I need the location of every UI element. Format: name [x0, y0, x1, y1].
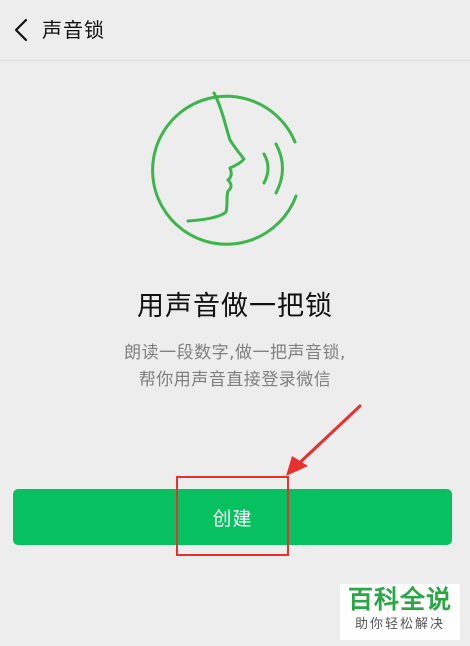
chevron-left-icon [14, 18, 28, 42]
description-line-1: 朗读一段数字,做一把声音锁, [124, 343, 346, 363]
header-bar: 声音锁 [0, 0, 470, 60]
watermark-subtitle: 助你轻松解决 [354, 617, 445, 632]
description: 朗读一段数字,做一把声音锁, 帮你用声音直接登录微信 [0, 340, 470, 394]
watermark: 百科全说 助你轻松解决 [340, 584, 460, 640]
page-title: 声音锁 [42, 18, 105, 42]
create-button[interactable]: 创建 [13, 489, 452, 545]
description-line-2: 帮你用声音直接登录微信 [138, 370, 332, 390]
watermark-title: 百科全说 [347, 585, 452, 614]
header-divider [0, 60, 470, 61]
annotation-arrow-icon [286, 404, 362, 476]
back-button[interactable] [8, 15, 34, 45]
main-title: 用声音做一把锁 [137, 291, 333, 322]
voice-face-icon [151, 91, 298, 246]
